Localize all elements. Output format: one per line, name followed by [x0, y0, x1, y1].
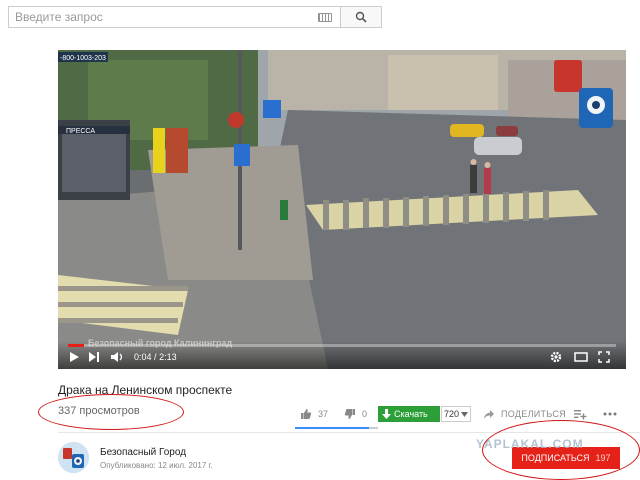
- video-frame: ПРЕССА -800-1003-203 Безопасный город Ка…: [58, 50, 626, 369]
- duration: 2:13: [159, 352, 177, 362]
- search-icon: [355, 11, 367, 23]
- play-button[interactable]: [68, 350, 80, 364]
- channel-avatar[interactable]: [58, 442, 89, 473]
- current-time: 0:04: [134, 352, 152, 362]
- time-display: 0:04 / 2:13: [134, 350, 177, 364]
- search-input[interactable]: [9, 7, 340, 27]
- share-label: ПОДЕЛИТЬСЯ: [501, 409, 566, 419]
- channel-logo-icon: [58, 442, 89, 473]
- search-button[interactable]: [340, 6, 382, 28]
- download-arrow-icon: [382, 409, 391, 419]
- dislike-count: 0: [362, 409, 368, 419]
- more-icon: [603, 412, 617, 416]
- next-icon: [89, 352, 99, 362]
- progress-bar[interactable]: [68, 344, 616, 347]
- like-ratio-fill: [295, 427, 369, 429]
- video-player[interactable]: ПРЕССА -800-1003-203 Безопасный город Ка…: [58, 50, 626, 369]
- published-date: Опубликовано: 12 июл. 2017 г.: [100, 461, 213, 470]
- thumbs-down-icon: [344, 409, 355, 419]
- search-bar: [8, 6, 382, 28]
- fullscreen-button[interactable]: [598, 350, 610, 364]
- play-icon: [70, 352, 79, 362]
- search-field: [8, 6, 340, 28]
- volume-button[interactable]: [110, 350, 124, 364]
- dislike-button[interactable]: 0: [344, 405, 367, 423]
- settings-icon: [550, 351, 562, 363]
- quality-value: 720: [443, 409, 460, 419]
- fullscreen-icon: [598, 351, 610, 363]
- more-options-button[interactable]: [603, 405, 617, 423]
- like-ratio-bar: [295, 427, 378, 429]
- playlist-add-icon: [574, 409, 587, 419]
- time-separator: /: [154, 352, 157, 362]
- overlay-phone: -800-1003-203: [60, 55, 106, 62]
- quality-select[interactable]: 720: [441, 406, 471, 422]
- download-label: Скачать: [394, 409, 428, 419]
- like-count: 37: [318, 409, 329, 419]
- chevron-down-icon: [461, 411, 469, 417]
- channel-name[interactable]: Безопасный Город: [100, 447, 186, 458]
- annotation-circle-views: [38, 394, 184, 430]
- keyboard-icon[interactable]: [318, 13, 332, 22]
- share-icon: [484, 409, 494, 419]
- annotation-circle-subscribe: [482, 420, 640, 480]
- theater-icon: [574, 352, 588, 362]
- theater-button[interactable]: [574, 350, 588, 364]
- progress-fill: [68, 344, 85, 347]
- thumbs-up-icon: [301, 409, 312, 419]
- player-controls: 0:04 / 2:13: [58, 341, 626, 369]
- settings-button[interactable]: [550, 350, 562, 364]
- next-button[interactable]: [88, 350, 100, 364]
- like-button[interactable]: 37: [300, 405, 328, 423]
- download-button[interactable]: Скачать: [378, 406, 440, 422]
- volume-icon: [111, 352, 123, 362]
- store-sign: ПРЕССА: [66, 128, 95, 135]
